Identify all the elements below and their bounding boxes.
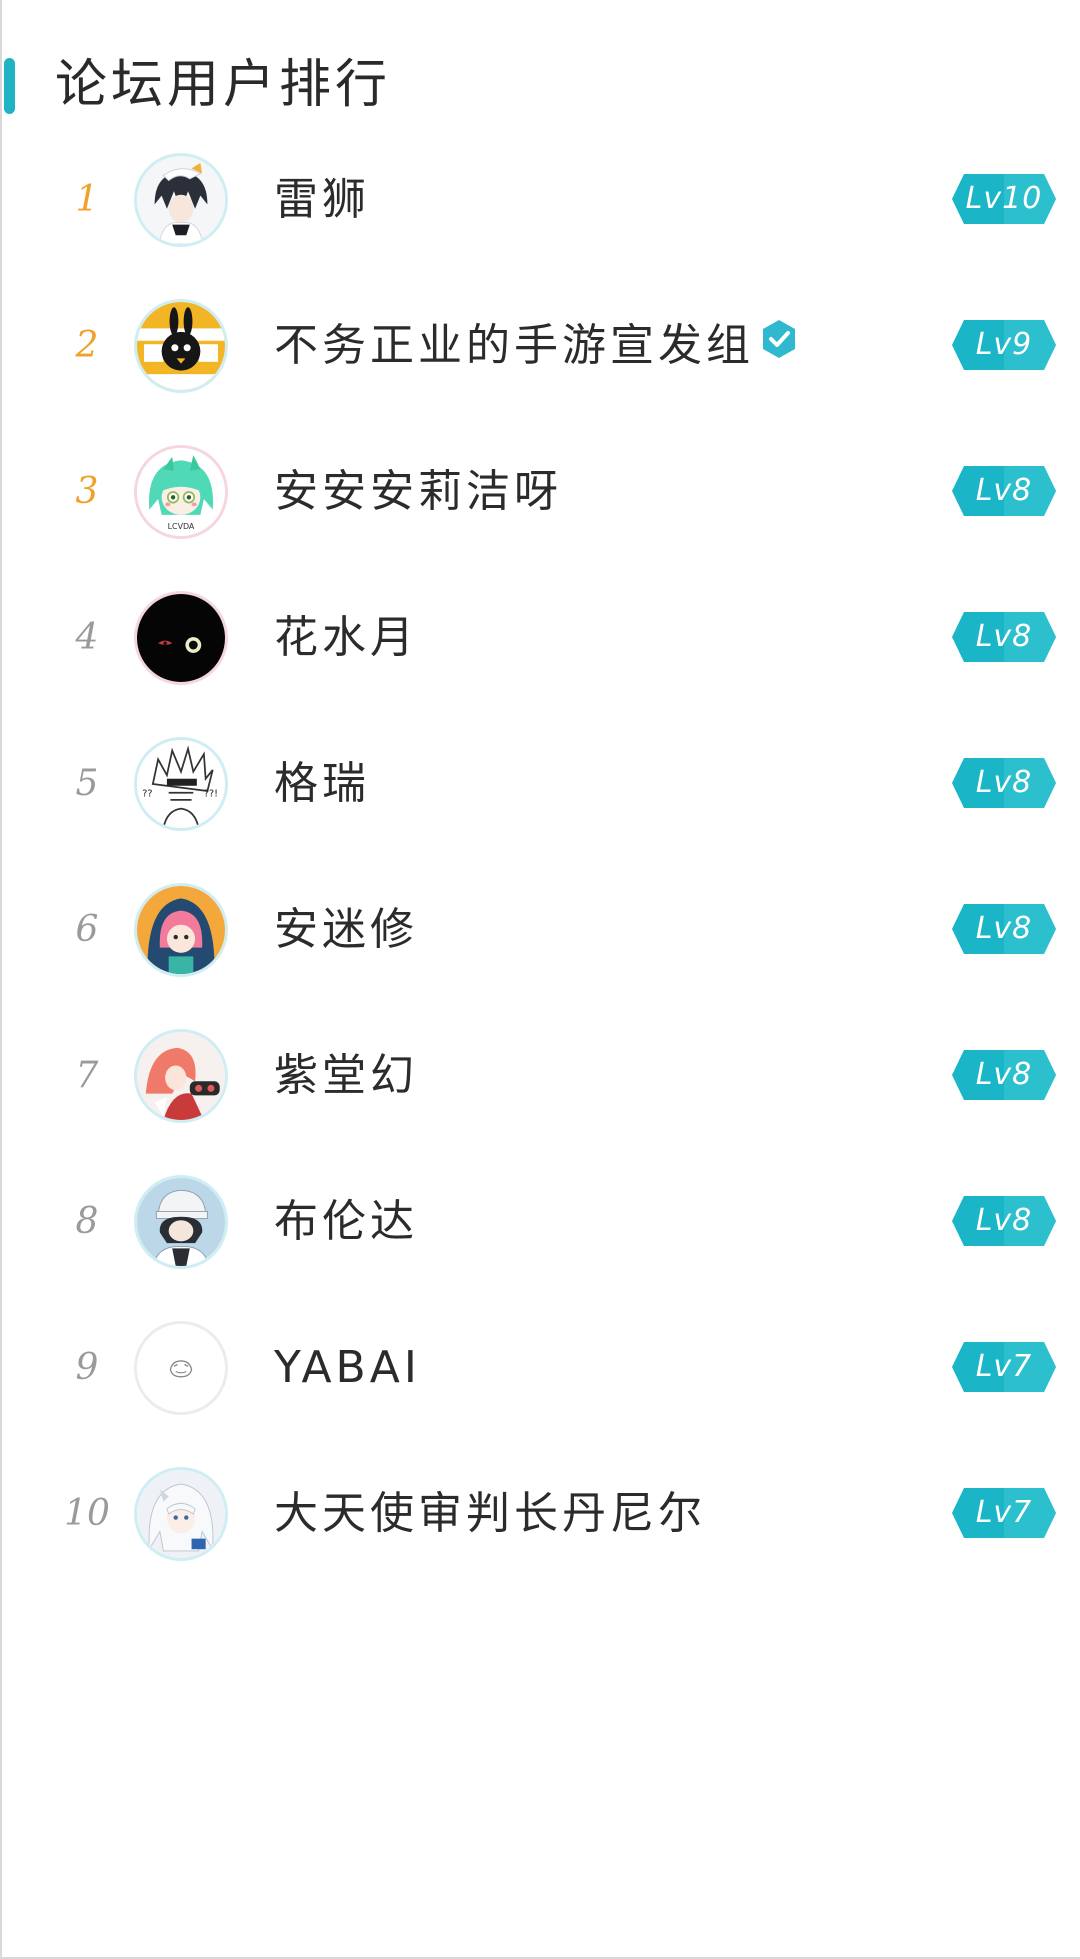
level-label: Lv7: [975, 1495, 1033, 1530]
svg-text:LCVDA: LCVDA: [168, 522, 195, 531]
user-avatar[interactable]: [134, 153, 228, 247]
user-name[interactable]: 安安安莉洁呀: [274, 437, 562, 547]
user-name[interactable]: 紫堂幻: [274, 1021, 418, 1131]
user-name[interactable]: YABAI: [274, 1313, 421, 1423]
rank-number: 6: [75, 909, 99, 950]
level-badge: Lv8: [950, 1194, 1058, 1248]
ranking-row[interactable]: 3 LCVDA 安安安莉洁呀 Lv8: [0, 437, 1080, 547]
user-name[interactable]: 布伦达: [274, 1167, 418, 1277]
user-name-text: 紫堂幻: [274, 1050, 418, 1101]
user-name[interactable]: 花水月: [274, 583, 418, 693]
avatar-small-doodle-icon: [137, 1324, 225, 1412]
level-badge: Lv8: [950, 902, 1058, 956]
avatar-white-hair-angel-icon: [137, 1470, 225, 1558]
verified-badge-icon: [760, 290, 798, 400]
section-header: 论坛用户排行: [0, 52, 1000, 118]
user-avatar[interactable]: [134, 1029, 228, 1123]
level-badge: Lv7: [950, 1340, 1058, 1394]
header-accent-bar: [4, 58, 15, 114]
level-label: Lv8: [975, 765, 1033, 800]
ranking-row[interactable]: 4 花水月 Lv8: [0, 583, 1080, 693]
level-badge: Lv8: [950, 1048, 1058, 1102]
ranking-row[interactable]: 2 不务正业的手游宣发组 Lv9: [0, 291, 1080, 401]
user-name-text: 安迷修: [274, 904, 418, 955]
user-avatar[interactable]: [134, 1175, 228, 1269]
user-avatar[interactable]: [134, 883, 228, 977]
level-label: Lv8: [975, 1203, 1033, 1238]
rank-number: 10: [64, 1493, 110, 1534]
avatar-anime-boy-white-hair-icon: [137, 156, 225, 244]
ranking-row[interactable]: 5 ?? ??! 格瑞 Lv8: [0, 729, 1080, 839]
rank-number: 5: [75, 763, 99, 804]
avatar-black-bunny-orange-icon: [137, 302, 225, 390]
user-avatar[interactable]: [134, 1467, 228, 1561]
rank-number: 3: [75, 471, 99, 512]
ranking-row[interactable]: 10 大天使审判长丹尼尔 Lv7: [0, 1459, 1080, 1569]
rank-number: 7: [75, 1055, 99, 1096]
avatar-green-hair-girl-icon: LCVDA: [137, 448, 225, 536]
user-name-text: 安安安莉洁呀: [274, 466, 562, 517]
user-name-text: 大天使审判长丹尼尔: [274, 1488, 706, 1539]
avatar-cap-boy-blue-icon: [137, 1178, 225, 1266]
level-label: Lv8: [975, 619, 1033, 654]
rank-number: 8: [75, 1201, 99, 1242]
user-name[interactable]: 大天使审判长丹尼尔: [274, 1459, 706, 1569]
page-title: 论坛用户排行: [55, 55, 392, 115]
level-badge: Lv7: [950, 1486, 1058, 1540]
user-name-text: 不务正业的手游宣发组: [274, 320, 754, 371]
level-label: Lv10: [965, 181, 1043, 216]
user-name-text: 格瑞: [274, 758, 370, 809]
user-avatar[interactable]: ?? ??!: [134, 737, 228, 831]
user-name[interactable]: 雷狮: [274, 145, 370, 255]
level-badge: Lv8: [950, 464, 1058, 518]
user-name[interactable]: 安迷修: [274, 875, 418, 985]
user-avatar[interactable]: [134, 299, 228, 393]
avatar-pink-hair-hood-icon: [137, 886, 225, 974]
user-name-text: 布伦达: [274, 1196, 418, 1247]
user-avatar[interactable]: [134, 1321, 228, 1415]
user-avatar[interactable]: LCVDA: [134, 445, 228, 539]
avatar-sketch-spiky-hair-icon: ?? ??!: [137, 740, 225, 828]
ranking-row[interactable]: 9 YABAI Lv7: [0, 1313, 1080, 1423]
rank-number: 9: [75, 1347, 99, 1388]
ranking-row[interactable]: 1 雷狮 Lv10: [0, 145, 1080, 255]
user-name-text: 雷狮: [274, 174, 370, 225]
svg-text:??!: ??!: [204, 788, 218, 799]
user-name-text: YABAI: [274, 1342, 421, 1393]
svg-text:??: ??: [142, 788, 152, 799]
level-badge: Lv10: [950, 172, 1058, 226]
avatar-dark-eyes-icon: [137, 594, 225, 682]
level-badge: Lv8: [950, 610, 1058, 664]
user-name[interactable]: 不务正业的手游宣发组: [274, 291, 798, 401]
user-name-text: 花水月: [274, 612, 418, 663]
rank-number: 1: [75, 179, 99, 220]
avatar-red-hair-character-icon: [137, 1032, 225, 1120]
ranking-row[interactable]: 6 安迷修 Lv8: [0, 875, 1080, 985]
level-label: Lv9: [975, 327, 1033, 362]
level-badge: Lv9: [950, 318, 1058, 372]
rank-number: 4: [75, 617, 99, 658]
level-label: Lv8: [975, 473, 1033, 508]
user-name[interactable]: 格瑞: [274, 729, 370, 839]
level-label: Lv8: [975, 1057, 1033, 1092]
level-label: Lv7: [975, 1349, 1033, 1384]
rank-number: 2: [75, 325, 99, 366]
ranking-row[interactable]: 7 紫堂幻 Lv8: [0, 1021, 1080, 1131]
level-badge: Lv8: [950, 756, 1058, 810]
level-label: Lv8: [975, 911, 1033, 946]
user-avatar[interactable]: [134, 591, 228, 685]
ranking-row[interactable]: 8 布伦达 Lv8: [0, 1167, 1080, 1277]
